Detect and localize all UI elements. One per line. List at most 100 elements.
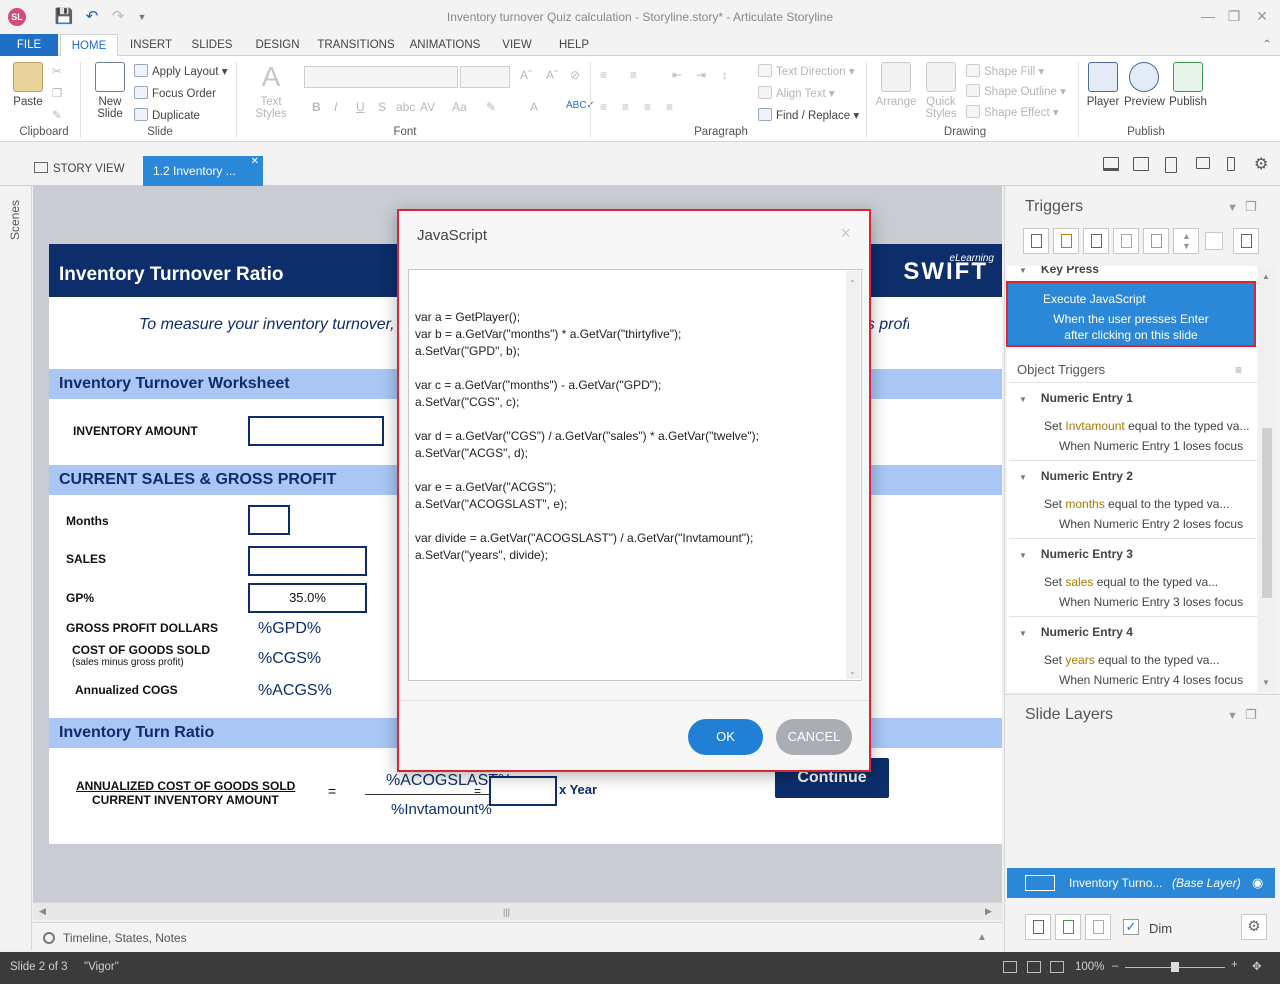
move-trigger-icon[interactable]: ▲ ▼ (1173, 228, 1199, 254)
preview-button[interactable]: Preview (1124, 62, 1165, 108)
change-case-icon[interactable]: Aa (452, 100, 467, 114)
shape-fill-button[interactable]: Shape Fill ▾ (966, 64, 1044, 78)
numeric-entry-3-trigger[interactable]: Set sales equal to the typed va... (1044, 575, 1218, 589)
italic-icon[interactable]: I (334, 100, 337, 114)
stage-hscrollbar[interactable]: ◀ ||| ▶ (33, 902, 1002, 920)
triggers-scrollbar[interactable]: ▲ ▼ (1259, 268, 1275, 692)
fit-to-window-icon[interactable]: ✥ (1252, 959, 1262, 973)
tab-design[interactable]: DESIGN (250, 34, 305, 56)
new-layer-icon[interactable] (1025, 914, 1051, 940)
months-input[interactable] (248, 505, 290, 535)
slide-tab[interactable]: 1.2 Inventory ... ✕ (143, 156, 263, 186)
publish-button[interactable]: Publish (1168, 62, 1208, 108)
quick-styles-button[interactable]: Quick Styles (922, 62, 960, 120)
numeric-entry-4-header[interactable]: ▼ Numeric Entry 4 (1019, 625, 1133, 639)
normal-view-icon[interactable] (1003, 961, 1017, 973)
fit-view-icon[interactable] (1050, 961, 1064, 973)
notes-view-icon[interactable] (1027, 961, 1041, 973)
clear-format-icon[interactable]: ⊘ (570, 68, 580, 82)
duplicate-layer-icon[interactable] (1055, 914, 1081, 940)
tab-help[interactable]: HELP (552, 34, 596, 56)
text-direction-button[interactable]: Text Direction ▾ (758, 64, 855, 78)
trigger-checkbox-icon[interactable] (1205, 232, 1223, 250)
paste-button[interactable]: Paste (12, 62, 44, 108)
desktop-view-icon[interactable] (1103, 157, 1119, 171)
ok-button[interactable]: OK (688, 719, 763, 755)
align-center-icon[interactable]: ≡ (622, 100, 629, 114)
base-layer-row[interactable]: Inventory Turno... (Base Layer) ◉ (1007, 868, 1275, 898)
dialog-close-icon[interactable]: × (840, 223, 851, 244)
zoom-out-icon[interactable]: – (1112, 960, 1118, 972)
shadow-icon[interactable]: abc (396, 100, 415, 114)
numeric-entry-3-header[interactable]: ▼ Numeric Entry 3 (1019, 547, 1133, 561)
scroll-up-icon[interactable]: ▲ (1262, 272, 1270, 281)
paste-trigger-icon[interactable] (1113, 228, 1139, 254)
code-scrollbar[interactable]: ⌃ ⌄ (846, 271, 860, 679)
numeric-entry-2-trigger[interactable]: Set months equal to the typed va... (1044, 497, 1229, 511)
shape-outline-button[interactable]: Shape Outline ▾ (966, 84, 1066, 98)
layer-settings-gear-icon[interactable]: ⚙ (1241, 914, 1267, 940)
collapse-all-icon[interactable]: ≡ (1235, 363, 1242, 377)
cut-icon[interactable]: ✂ (52, 64, 62, 78)
collapse-ribbon-icon[interactable]: ⌃ (1258, 34, 1276, 56)
tab-view[interactable]: VIEW (496, 34, 538, 56)
dim-checkbox[interactable]: ✓ (1123, 919, 1139, 935)
grow-font-icon[interactable]: Aˆ (520, 68, 532, 82)
inventory-amount-input[interactable] (248, 416, 384, 446)
char-spacing-icon[interactable]: AV (420, 100, 435, 114)
numeric-entry-1-header[interactable]: ▼ Numeric Entry 1 (1019, 391, 1133, 405)
font-color-icon[interactable]: A (530, 100, 538, 114)
player-button[interactable]: Player (1084, 62, 1122, 108)
justify-icon[interactable]: ≡ (666, 100, 673, 114)
close-tab-icon[interactable]: ✕ (251, 147, 259, 177)
align-left-icon[interactable]: ≡ (600, 100, 607, 114)
font-family-select[interactable] (304, 66, 458, 88)
find-replace-button[interactable]: Find / Replace ▾ (758, 108, 859, 122)
delete-layer-icon[interactable] (1085, 914, 1111, 940)
delete-trigger-icon[interactable] (1143, 228, 1169, 254)
triggers-menu-icon[interactable]: ▼ (1227, 202, 1238, 214)
shrink-font-icon[interactable]: Aˇ (546, 68, 558, 82)
scroll-thumb[interactable] (1262, 428, 1272, 598)
sales-input[interactable] (248, 546, 367, 576)
cancel-button[interactable]: CANCEL (776, 719, 852, 755)
tab-transitions[interactable]: TRANSITIONS (316, 34, 396, 56)
layers-menu-icon[interactable]: ▼ (1227, 710, 1238, 722)
numeric-entry-2-header[interactable]: ▼ Numeric Entry 2 (1019, 469, 1133, 483)
align-text-button[interactable]: Align Text ▾ (758, 86, 835, 100)
duplicate-button[interactable]: Duplicate (134, 108, 200, 122)
gp-input[interactable]: 35.0% (248, 583, 367, 613)
highlight-icon[interactable]: ✎ (486, 100, 496, 114)
zoom-slider-knob[interactable] (1171, 962, 1179, 972)
selected-trigger-execute-javascript[interactable]: Execute JavaScript When the user presses… (1006, 281, 1256, 347)
line-spacing-icon[interactable]: ↕ (722, 68, 728, 82)
text-styles-button[interactable]: A Text Styles (244, 62, 298, 121)
phone-portrait-icon[interactable] (1227, 157, 1235, 171)
arrange-button[interactable]: Arrange (874, 62, 918, 108)
minimize-icon[interactable]: — (1196, 6, 1220, 26)
javascript-code-editor[interactable]: var a = GetPlayer(); var b = a.GetVar("m… (408, 269, 862, 681)
expand-timeline-icon[interactable]: ▲ (977, 932, 987, 943)
copy-icon[interactable]: ❐ (52, 86, 62, 100)
format-painter-icon[interactable]: ✎ (52, 108, 62, 122)
tab-animations[interactable]: ANIMATIONS (406, 34, 484, 56)
scroll-left-icon[interactable]: ◀ (39, 906, 46, 917)
zoom-in-icon[interactable]: + (1231, 959, 1238, 971)
font-size-select[interactable] (460, 66, 510, 88)
story-view-tab[interactable]: STORY VIEW (34, 162, 125, 175)
focus-order-button[interactable]: Focus Order (134, 86, 216, 100)
phone-landscape-icon[interactable] (1196, 157, 1210, 169)
scroll-down-icon[interactable]: ▼ (1262, 678, 1270, 687)
scroll-grip-icon[interactable]: ||| (503, 907, 510, 917)
tab-insert[interactable]: INSERT (126, 34, 176, 56)
close-window-icon[interactable]: ✕ (1250, 6, 1274, 26)
bullets-icon[interactable]: ≡ (600, 68, 607, 82)
code-scroll-down-icon[interactable]: ⌄ (849, 663, 856, 680)
shape-effect-button[interactable]: Shape Effect ▾ (966, 105, 1059, 119)
visibility-eye-icon[interactable]: ◉ (1252, 875, 1263, 891)
numbering-icon[interactable]: ≡ (630, 68, 637, 82)
scroll-right-icon[interactable]: ▶ (985, 906, 992, 917)
copy-trigger-icon[interactable] (1083, 228, 1109, 254)
tablet-landscape-icon[interactable] (1133, 157, 1149, 171)
tab-slides[interactable]: SLIDES (188, 34, 236, 56)
